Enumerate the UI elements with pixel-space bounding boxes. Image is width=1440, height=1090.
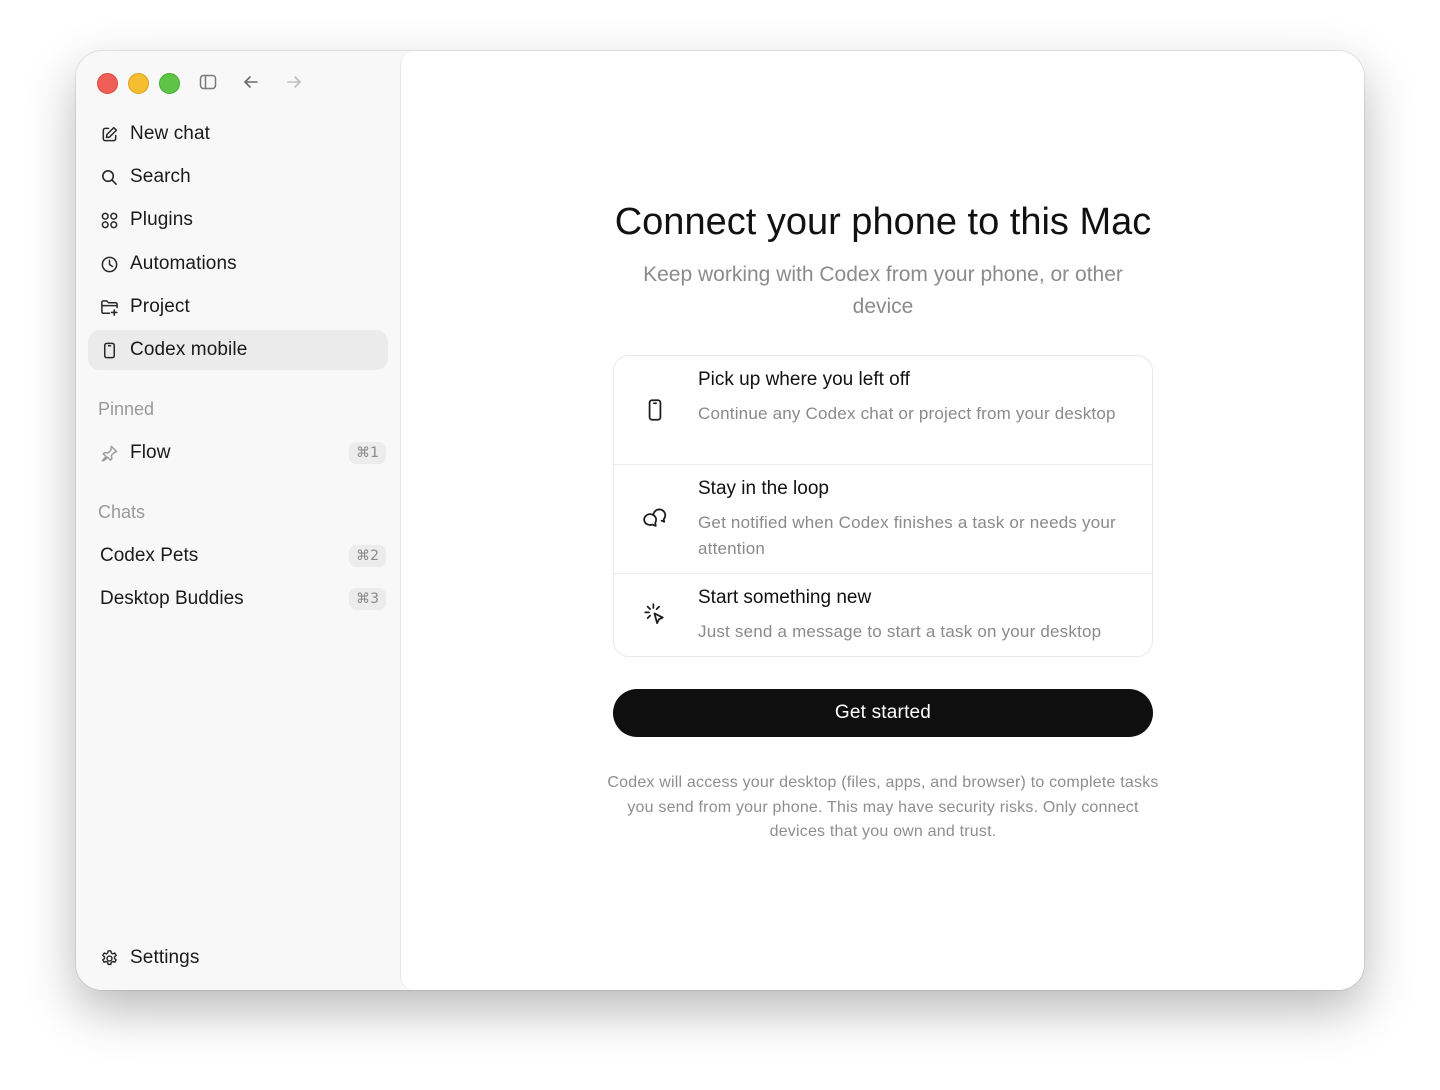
feature-title: Pick up where you left off	[698, 369, 910, 390]
nav-label: Plugins	[130, 209, 194, 230]
feature-title: Start something new	[698, 587, 872, 608]
clock-icon	[98, 253, 120, 275]
zoom-window-button[interactable]	[159, 73, 180, 94]
settings-label: Settings	[130, 947, 200, 968]
page-title: Connect your phone to this Mac	[614, 201, 1152, 243]
forward-arrow-icon[interactable]	[283, 71, 305, 93]
nav-new-chat[interactable]: New chat	[88, 114, 388, 154]
chat-item-desktop-buddies[interactable]: Desktop Buddies ⌘3	[88, 579, 388, 619]
security-disclaimer: Codex will access your desktop (files, a…	[607, 774, 1159, 840]
cursor-click-icon	[640, 599, 670, 629]
feature-stay-in-loop: Stay in the loop Get notified when Codex…	[614, 464, 1152, 573]
nav-plugins[interactable]: Plugins	[88, 200, 388, 240]
features-card: Pick up where you left off Continue any …	[613, 355, 1153, 657]
settings-button[interactable]: Settings	[88, 938, 388, 978]
search-icon	[98, 166, 120, 188]
nav-automations[interactable]: Automations	[88, 244, 388, 284]
minimize-window-button[interactable]	[128, 73, 149, 94]
gear-icon	[98, 947, 120, 969]
shortcut-badge: ⌘2	[349, 545, 386, 567]
nav-project[interactable]: Project	[88, 287, 388, 327]
page-subtitle: Keep working with Codex from your phone,…	[643, 263, 1123, 318]
pinned-item-label: Flow	[130, 442, 171, 463]
nav-codex-mobile[interactable]: Codex mobile	[88, 330, 388, 370]
chat-item-codex-pets[interactable]: Codex Pets ⌘2	[88, 536, 388, 576]
nav-search[interactable]: Search	[88, 157, 388, 197]
app-window: New chat Search Plugins Automations Proj…	[76, 51, 1364, 990]
main-panel: Connect your phone to this Mac Keep work…	[400, 51, 1364, 990]
phone-icon	[98, 339, 120, 361]
chat-bubbles-icon	[640, 503, 670, 533]
nav-label: New chat	[130, 123, 211, 144]
get-started-button[interactable]: Get started	[613, 689, 1153, 737]
feature-start-new: Start something new Just send a message …	[614, 573, 1152, 656]
nav-label: Project	[130, 296, 190, 317]
grid-icon	[98, 209, 120, 231]
shortcut-badge: ⌘3	[349, 588, 386, 610]
feature-pick-up: Pick up where you left off Continue any …	[614, 356, 1152, 464]
pinned-item-flow[interactable]: Flow ⌘1	[88, 433, 388, 473]
compose-icon	[98, 123, 120, 145]
sidebar-toggle-icon[interactable]	[197, 71, 219, 93]
feature-description: Just send a message to start a task on y…	[698, 622, 1102, 641]
pinned-section-label: Pinned	[98, 399, 155, 419]
chat-item-label: Codex Pets	[100, 545, 199, 566]
nav-label: Codex mobile	[130, 339, 248, 360]
pin-icon	[98, 442, 120, 464]
nav-label: Search	[130, 166, 191, 187]
feature-title: Stay in the loop	[698, 478, 829, 499]
shortcut-badge: ⌘1	[349, 442, 386, 464]
chats-section-label: Chats	[98, 502, 146, 522]
feature-description: Get notified when Codex finishes a task …	[698, 513, 1116, 558]
back-arrow-icon[interactable]	[240, 71, 262, 93]
chat-item-label: Desktop Buddies	[100, 588, 244, 609]
folder-add-icon	[98, 296, 120, 318]
nav-label: Automations	[130, 253, 237, 274]
phone-icon	[640, 395, 670, 425]
close-window-button[interactable]	[97, 73, 118, 94]
sidebar: New chat Search Plugins Automations Proj…	[76, 51, 400, 990]
feature-description: Continue any Codex chat or project from …	[698, 404, 1116, 423]
